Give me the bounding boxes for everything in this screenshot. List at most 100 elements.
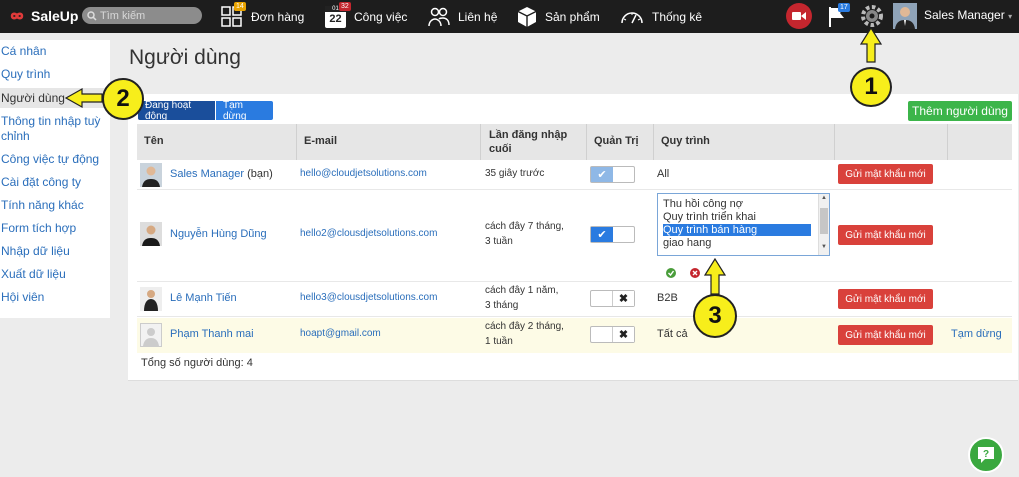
saleup-logo[interactable]: SaleUp (6, 7, 78, 25)
video-call-button[interactable] (786, 3, 812, 29)
avatar (140, 163, 162, 187)
calendar-icon: 01 22 32 (325, 1, 351, 28)
sidebar-item-export[interactable]: Xuất dữ liệu (0, 267, 110, 282)
last-login-value: 35 giây trước (485, 168, 545, 179)
email-link[interactable]: hello2@clousdjetsolutions.com (300, 228, 437, 239)
user-name-cell[interactable]: Sales Manager (bạn) (170, 168, 273, 180)
sidebar-item-personal[interactable]: Cá nhân (0, 44, 110, 59)
sidebar-item-import[interactable]: Nhập dữ liệu (0, 244, 110, 259)
sidebar-item-members[interactable]: Hội viên (0, 290, 110, 305)
send-new-password-button[interactable]: Gửi mật khẩu mới (838, 164, 933, 184)
col-name-header: Tên (144, 135, 164, 147)
process-value: All (657, 168, 670, 180)
help-chat-button[interactable]: ? (968, 437, 1004, 473)
sidebar-item-other-features[interactable]: Tính năng khác (0, 198, 110, 213)
notifications-button[interactable]: 17 (826, 3, 852, 28)
user-name-link[interactable]: Lê Mạnh Tiến (170, 292, 237, 304)
notifications-badge: 17 (838, 3, 850, 12)
logo-text: SaleUp (31, 8, 79, 24)
close-icon: ✖ (612, 327, 634, 342)
check-circle-icon[interactable] (666, 268, 676, 278)
listbox-scrollbar[interactable]: ▲ ▼ (818, 194, 829, 255)
table-row: Nguyễn Hùng Dũng hello2@clousdjetsolutio… (137, 190, 1012, 282)
process-option[interactable]: Thu hồi công nợ (663, 198, 811, 210)
email-link[interactable]: hello3@clousdjetsolutions.com (300, 292, 437, 303)
admin-toggle[interactable]: ✖ (590, 290, 635, 307)
box-icon (517, 6, 537, 27)
last-login-value-2: 3 tuần (485, 236, 513, 247)
nav-tasks[interactable]: 01 22 32 Công việc (325, 0, 407, 33)
user-name: Sales Manager (924, 8, 1005, 22)
scroll-down-icon[interactable]: ▼ (821, 244, 827, 250)
process-option[interactable]: Quy trình triển khai (663, 211, 811, 223)
search-input[interactable]: Tìm kiếm (82, 7, 202, 24)
send-new-password-button[interactable]: Gửi mật khẩu mới (838, 289, 933, 309)
contacts-icon (428, 7, 450, 26)
col-process-header: Quy trình (661, 135, 710, 147)
user-name-link[interactable]: Nguyễn Hùng Dũng (170, 228, 267, 240)
send-new-password-button[interactable]: Gửi mật khẩu mới (838, 325, 933, 345)
sidebar-item-users[interactable]: Người dùng (0, 88, 110, 108)
search-placeholder: Tìm kiếm (100, 9, 146, 22)
last-login-value: cách đây 2 tháng, (485, 321, 564, 332)
sidebar-item-company-settings[interactable]: Cài đặt công ty (0, 175, 110, 190)
suspend-user-link[interactable]: Tạm dừng (951, 328, 1002, 340)
email-link[interactable]: hoapt@gmail.com (300, 328, 381, 339)
top-navigation-bar: SaleUp Tìm kiếm 14 Đơn hàng 01 22 32 Côn… (0, 0, 1019, 33)
grid-icon: 14 (221, 1, 246, 28)
settings-button[interactable] (859, 3, 885, 29)
x-circle-icon[interactable] (690, 268, 700, 278)
nav-orders[interactable]: 14 Đơn hàng (221, 0, 304, 33)
user-menu[interactable]: Sales Manager ▾ (924, 8, 1012, 22)
sidebar-item-automation[interactable]: Công việc tự động (0, 152, 110, 167)
process-multiselect[interactable]: Thu hồi công nợ Quy trình triển khai Quy… (657, 193, 830, 256)
scroll-up-icon[interactable]: ▲ (821, 195, 827, 201)
email-link[interactable]: hello@cloudjetsolutions.com (300, 168, 427, 179)
settings-sidebar: Cá nhân Quy trình Người dùng Thông tin n… (0, 40, 110, 318)
admin-toggle[interactable]: ✔ (590, 166, 635, 183)
user-name-link[interactable]: Sales Manager (170, 168, 244, 180)
video-camera-icon (792, 12, 806, 20)
check-icon: ✔ (591, 227, 613, 242)
you-tag: (bạn) (247, 168, 273, 180)
col-last-login-header: Lần đăng nhập cuối (489, 129, 568, 155)
nav-reports[interactable]: Thống kê (620, 0, 702, 33)
last-login-value: cách đây 1 năm, (485, 285, 559, 296)
sidebar-item-custom-fields[interactable]: Thông tin nhập tuỳ chỉnh (0, 114, 108, 144)
send-new-password-button[interactable]: Gửi mật khẩu mới (838, 225, 933, 245)
col-divider (480, 124, 481, 160)
admin-toggle[interactable]: ✔ (590, 226, 635, 243)
callout-arrow-1 (859, 26, 883, 63)
col-admin-header: Quản Trị (594, 135, 639, 147)
nav-contacts[interactable]: Liên hệ (428, 0, 497, 33)
nav-products[interactable]: Sản phẩm (517, 0, 600, 33)
last-login-value-2: 1 tuần (485, 336, 513, 347)
nav-products-label: Sản phẩm (545, 9, 600, 24)
col-divider (834, 124, 835, 160)
last-login-value: cách đây 7 tháng, (485, 221, 564, 232)
process-value: B2B (657, 292, 678, 304)
col-divider (947, 124, 948, 160)
add-user-button[interactable]: Thêm người dùng (908, 101, 1012, 121)
user-name-link[interactable]: Phạm Thanh mai (170, 328, 254, 340)
svg-text:?: ? (983, 449, 989, 460)
filter-active-button[interactable]: Đang hoạt động (138, 100, 215, 122)
filter-paused-button[interactable]: Tạm dừng (216, 100, 273, 122)
callout-marker-3: 3 (693, 294, 737, 338)
process-value: Tất cả (657, 328, 688, 340)
user-avatar[interactable] (893, 3, 917, 29)
nav-orders-label: Đơn hàng (251, 9, 305, 24)
admin-toggle[interactable]: ✖ (590, 326, 635, 343)
sidebar-item-form-integration[interactable]: Form tích hợp (0, 221, 110, 236)
page-title: Người dùng (129, 46, 241, 69)
scroll-thumb[interactable] (820, 208, 828, 234)
process-option[interactable]: giao hang (663, 237, 811, 249)
search-icon (87, 10, 97, 21)
sidebar-item-process[interactable]: Quy trình (0, 67, 110, 82)
process-option-selected[interactable]: Quy trình bán hàng (663, 224, 811, 236)
gear-icon (861, 5, 883, 27)
chevron-down-icon: ▾ (1008, 12, 1013, 21)
avatar (140, 323, 162, 347)
table-row: Lê Mạnh Tiến hello3@clousdjetsolutions.c… (137, 282, 1012, 317)
close-icon: ✖ (612, 291, 634, 306)
